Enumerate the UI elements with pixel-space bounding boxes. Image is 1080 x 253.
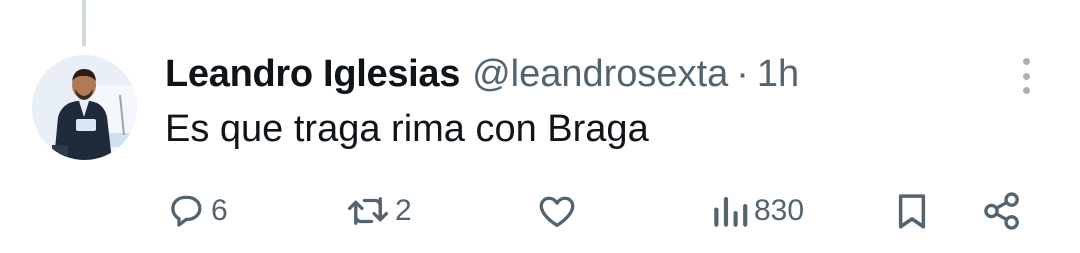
reply-button[interactable]: 6 <box>165 190 228 232</box>
views-count: 830 <box>754 194 805 227</box>
header-separator: · <box>736 52 749 95</box>
thread-connector-line <box>82 0 86 46</box>
avatar[interactable] <box>32 55 137 160</box>
more-dot <box>1022 58 1030 65</box>
tweet[interactable]: Leandro Iglesias @leandrosexta · 1h Es q… <box>0 0 1080 253</box>
share-icon <box>984 192 1019 230</box>
heart-icon <box>539 196 575 228</box>
author-handle[interactable]: @leandrosexta <box>472 53 728 96</box>
tweet-header: Leandro Iglesias @leandrosexta · 1h <box>165 50 799 98</box>
more-dots-icon[interactable] <box>1013 58 1039 94</box>
like-button[interactable] <box>535 190 579 232</box>
bookmark-button[interactable] <box>893 190 931 232</box>
retweet-count: 2 <box>395 194 412 227</box>
views-button[interactable]: 830 <box>710 190 804 232</box>
reply-count: 6 <box>211 194 228 227</box>
tweet-text: Es que traga rima con Braga <box>165 108 649 150</box>
retweet-button[interactable]: 2 <box>345 190 412 232</box>
author-name[interactable]: Leandro Iglesias <box>165 53 460 96</box>
more-dot <box>1022 87 1030 94</box>
share-button[interactable] <box>980 190 1024 232</box>
tweet-timestamp[interactable]: 1h <box>757 53 799 96</box>
retweet-icon <box>347 197 389 225</box>
views-chart-icon <box>714 197 748 227</box>
avatar-photo <box>32 55 137 160</box>
bookmark-icon <box>898 194 926 229</box>
reply-bubble-icon <box>171 195 202 227</box>
more-dot <box>1022 72 1030 80</box>
